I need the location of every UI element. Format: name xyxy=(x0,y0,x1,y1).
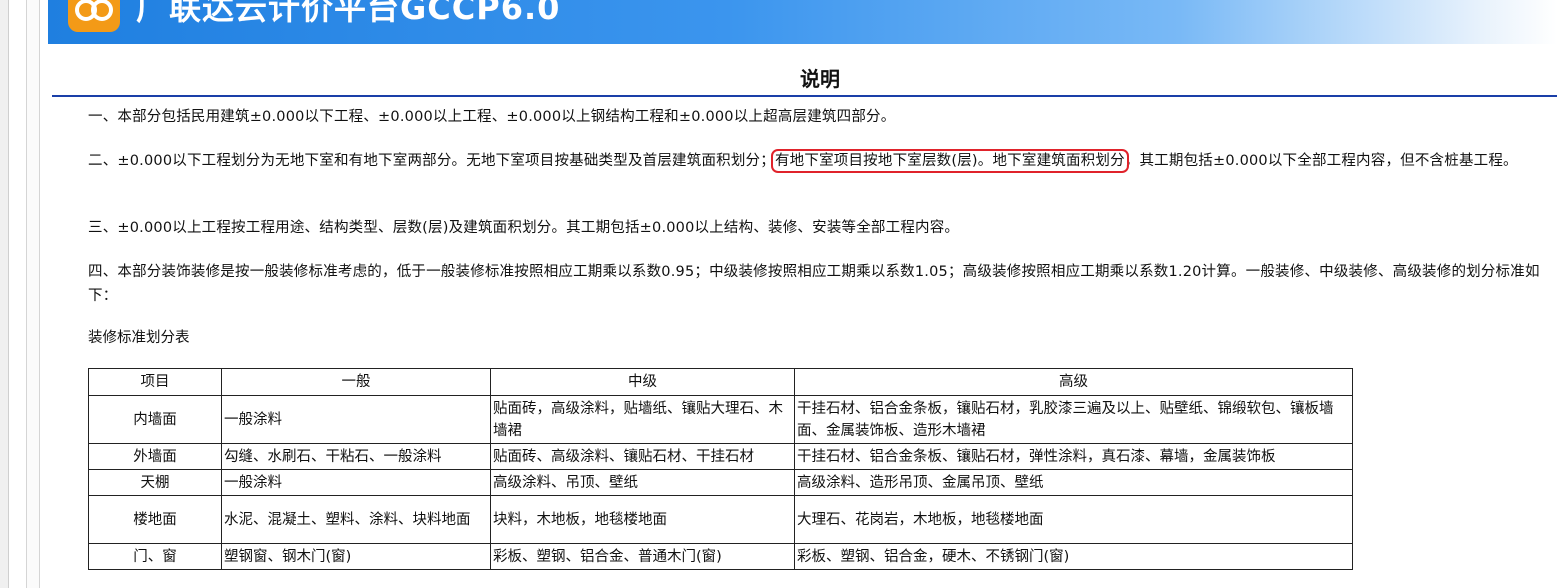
highlighted-text: 有地下室项目按地下室层数(层)。地下室建筑面积划分 xyxy=(770,149,1129,173)
app-title: 广联达云计价平台GCCP6.0 xyxy=(136,0,561,27)
table-cell: 楼地面 xyxy=(88,495,222,544)
table-row: 天棚 一般涂料 高级涂料、吊顶、壁纸 高级涂料、造形吊顶、金属吊顶、壁纸 xyxy=(88,469,1353,496)
table-cell: 一般涂料 xyxy=(221,469,491,496)
table-cell: 塑钢窗、钢木门(窗) xyxy=(221,543,491,570)
table-row: 楼地面 水泥、混凝土、塑料、涂料、块料地面 块料，木地板，地毯楼地面 大理石、花… xyxy=(88,495,1353,544)
table-cell: 干挂石材、铝合金条板、镶贴石材，弹性涂料，真石漆、幕墙，金属装饰板 xyxy=(794,443,1353,470)
table-header-row: 项目 一般 中级 高级 xyxy=(88,368,1353,396)
paragraph-2-part-1: 二、±0.000以下工程划分为无地下室和有地下室两部分。无地下室项目按基础类型及… xyxy=(88,153,775,169)
paragraph-1: 一、本部分包括民用建筑±0.000以下工程、±0.000以上工程、±0.000以… xyxy=(88,109,896,125)
table-cell: 高级涂料、吊顶、壁纸 xyxy=(490,469,795,496)
table-cell: 一般涂料 xyxy=(221,395,491,444)
paragraph-2: 二、±0.000以下工程划分为无地下室和有地下室两部分。无地下室项目按基础类型及… xyxy=(88,149,1548,173)
table-cell: 彩板、塑钢、铝合金、普通木门(窗) xyxy=(490,543,795,570)
table-cell: 高级涂料、造形吊顶、金属吊顶、壁纸 xyxy=(794,469,1353,496)
title-divider xyxy=(52,95,1557,97)
app-logo-icon xyxy=(68,0,120,32)
page-title: 说明 xyxy=(800,67,840,91)
table-cell: 干挂石材、铝合金条板，镶贴石材，乳胶漆三遍及以上、贴壁纸、锦缎软包、镶板墙面、金… xyxy=(794,395,1353,444)
paragraph-2-part-2: ，其工期包括±0.000以下全部工程内容，但不含桩基工程。 xyxy=(1124,153,1518,169)
table-cell: 块料，木地板，地毯楼地面 xyxy=(490,495,795,544)
table-cell: 贴面砖，高级涂料，贴墙纸、镶贴大理石、木墙裙 xyxy=(490,395,795,444)
decoration-standard-table: 项目 一般 中级 高级 内墙面 一般涂料 贴面砖，高级涂料，贴墙纸、镶贴大理石、… xyxy=(88,368,1353,570)
table-cell: 彩板、塑钢、铝合金，硬木、不锈钢门(窗) xyxy=(794,543,1353,570)
table-cell: 大理石、花岗岩，木地板，地毯楼地面 xyxy=(794,495,1353,544)
table-cell: 外墙面 xyxy=(88,443,222,470)
app-banner: 广联达云计价平台GCCP6.0 xyxy=(48,0,1557,44)
header-medium: 中级 xyxy=(490,368,795,396)
table-cell: 内墙面 xyxy=(88,395,222,444)
table-cell: 门、窗 xyxy=(88,543,222,570)
table-cell: 贴面砖、高级涂料、镶贴石材、干挂石材 xyxy=(490,443,795,470)
header-item: 项目 xyxy=(88,368,222,396)
table-row: 内墙面 一般涂料 贴面砖，高级涂料，贴墙纸、镶贴大理石、木墙裙 干挂石材、铝合金… xyxy=(88,395,1353,444)
table-caption: 装修标准划分表 xyxy=(88,330,190,346)
header-high: 高级 xyxy=(794,368,1353,396)
table-cell: 水泥、混凝土、塑料、涂料、块料地面 xyxy=(221,495,491,544)
paragraph-3: 三、±0.000以上工程按工程用途、结构类型、层数(层)及建筑面积划分。其工期包… xyxy=(88,220,960,236)
table-cell: 天棚 xyxy=(88,469,222,496)
table-row: 外墙面 勾缝、水刷石、干粘石、一般涂料 贴面砖、高级涂料、镶贴石材、干挂石材 干… xyxy=(88,443,1353,470)
table-row: 门、窗 塑钢窗、钢木门(窗) 彩板、塑钢、铝合金、普通木门(窗) 彩板、塑钢、铝… xyxy=(88,543,1353,570)
table-cell: 勾缝、水刷石、干粘石、一般涂料 xyxy=(221,443,491,470)
paragraph-4: 四、本部分装饰装修是按一般装修标准考虑的，低于一般装修标准按照相应工期乘以系数0… xyxy=(88,264,1540,304)
header-general: 一般 xyxy=(221,368,491,396)
